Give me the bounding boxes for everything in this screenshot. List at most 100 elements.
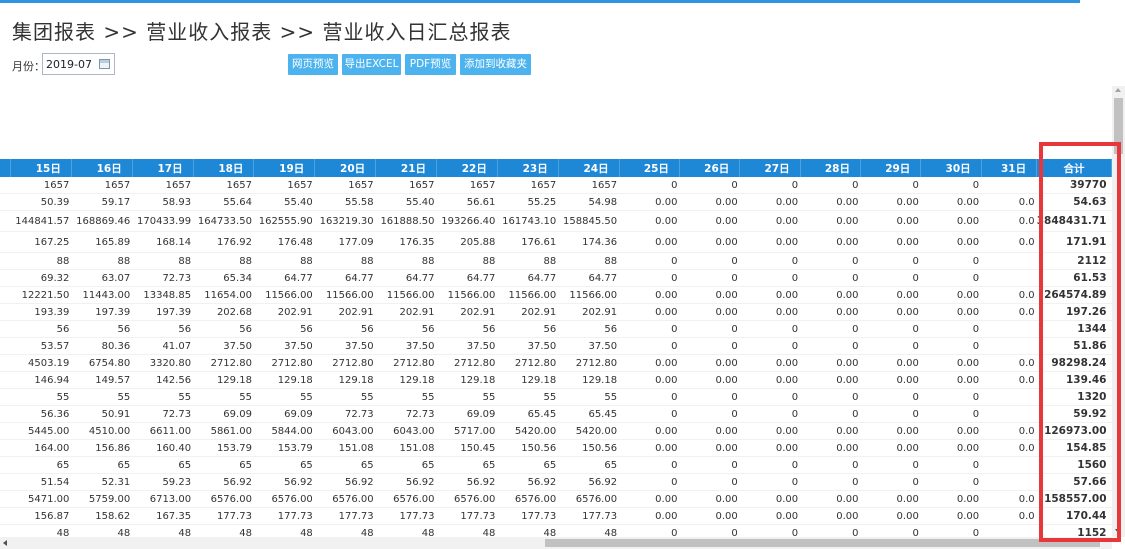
value-cell: 55.40 (375, 193, 437, 211)
value-cell: 0.00 (739, 193, 801, 211)
value-cell: 56 (497, 320, 559, 338)
table-row: 1657 1657 1657 1657 1657 1657 1657 1657 1657 1657… (0, 177, 1112, 194)
value-cell: 156.87 (10, 507, 72, 525)
value-cell: 88 (253, 252, 315, 270)
column-header-day: 29日 (860, 159, 922, 177)
row-stub-cell (0, 422, 11, 440)
pdf-preview-button[interactable]: PDF预览 (405, 54, 456, 75)
value-cell: 0 (619, 252, 680, 270)
value-cell: 0.0 (981, 286, 1037, 304)
value-cell: 0.00 (739, 210, 801, 232)
value-cell: 72.73 (375, 405, 437, 423)
scroll-up-arrow-icon[interactable] (1115, 88, 1121, 92)
value-cell: 48 (375, 524, 437, 537)
value-cell (981, 177, 1037, 194)
add-to-favorites-button[interactable]: 添加到收藏夹 (460, 54, 531, 75)
value-cell: 6576.00 (193, 490, 254, 508)
value-cell: 65 (253, 456, 315, 474)
value-cell: 0 (619, 337, 680, 355)
row-stub-cell (0, 354, 11, 372)
value-cell: 0 (619, 388, 680, 406)
row-stub-cell (0, 507, 11, 525)
value-cell: 0.00 (679, 231, 740, 253)
value-cell: 0.00 (739, 354, 801, 372)
scroll-left-arrow-icon[interactable] (3, 540, 7, 546)
month-input[interactable]: 2019-07 (42, 53, 115, 75)
value-cell: 1657 (132, 177, 194, 194)
value-cell: 72.73 (132, 269, 194, 287)
value-cell: 177.73 (375, 507, 437, 525)
row-stub-cell (0, 473, 11, 491)
value-cell: 6611.00 (132, 422, 194, 440)
value-cell: 55 (132, 388, 194, 406)
value-cell: 0 (920, 320, 982, 338)
value-cell: 65.45 (497, 405, 559, 423)
value-cell: 56 (10, 320, 72, 338)
value-cell: 0 (679, 456, 740, 474)
column-header-day: 17日 (132, 159, 194, 177)
value-cell: 164733.50 (193, 210, 254, 232)
value-cell: 0.00 (920, 507, 982, 525)
value-cell: 48 (253, 524, 315, 537)
value-cell: 56.36 (10, 405, 72, 423)
value-cell: 0 (739, 320, 801, 338)
value-cell: 50.39 (10, 193, 72, 211)
value-cell: 177.73 (558, 507, 620, 525)
value-cell: 129.18 (314, 371, 376, 389)
value-cell: 193.39 (10, 303, 72, 321)
value-cell: 56 (558, 320, 620, 338)
table-body: 1657 1657 1657 1657 1657 1657 1657 1657 1657 1657… (0, 177, 1112, 537)
value-cell: 56.92 (497, 473, 559, 491)
value-cell: 0.00 (920, 193, 982, 211)
row-stub-cell (0, 193, 11, 211)
value-cell: 48 (193, 524, 254, 537)
value-cell: 161743.10 (497, 210, 559, 232)
value-cell: 153.79 (253, 439, 315, 457)
row-stub-cell (0, 490, 11, 508)
horizontal-scrollbar[interactable] (0, 537, 1112, 549)
value-cell: 58.93 (132, 193, 194, 211)
value-cell: 0 (619, 177, 680, 194)
value-cell: 0.00 (860, 210, 921, 232)
value-cell: 158845.50 (558, 210, 620, 232)
value-cell: 0.00 (800, 371, 861, 389)
value-cell: 11443.00 (71, 286, 133, 304)
value-cell: 0 (619, 456, 680, 474)
value-cell: 0 (920, 388, 982, 406)
value-cell: 202.91 (436, 303, 498, 321)
total-column-highlight (1039, 142, 1121, 542)
value-cell: 177.73 (497, 507, 559, 525)
value-cell: 129.18 (497, 371, 559, 389)
column-header-day: 25日 (619, 159, 680, 177)
value-cell: 0.00 (860, 354, 921, 372)
export-excel-button[interactable]: 导出EXCEL (342, 54, 401, 75)
value-cell: 0 (619, 524, 680, 537)
row-stub-cell (0, 177, 11, 194)
value-cell: 151.08 (314, 439, 376, 457)
horizontal-scroll-thumb[interactable] (545, 539, 1100, 547)
value-cell: 48 (497, 524, 559, 537)
value-cell: 6576.00 (314, 490, 376, 508)
calendar-icon[interactable] (99, 59, 110, 69)
value-cell: 0 (679, 177, 740, 194)
value-cell: 0 (920, 252, 982, 270)
table-row: 12221.50 11443.00 13348.85 11654.00 11566.00… (0, 286, 1112, 304)
value-cell: 56 (253, 320, 315, 338)
value-cell: 165.89 (71, 231, 133, 253)
value-cell: 11654.00 (193, 286, 254, 304)
web-preview-button[interactable]: 网页预览 (288, 54, 338, 75)
value-cell: 0.00 (619, 439, 680, 457)
value-cell: 0.00 (920, 371, 982, 389)
value-cell: 0 (860, 473, 921, 491)
value-cell: 48 (10, 524, 72, 537)
value-cell: 0 (860, 388, 921, 406)
value-cell: 0.00 (860, 371, 921, 389)
table-row: 55 55 55 55 55 55 55 55 55 55 0 0 0 0 0 0 1320 (0, 388, 1112, 406)
value-cell: 69.09 (253, 405, 315, 423)
value-cell: 176.35 (375, 231, 437, 253)
value-cell: 56 (375, 320, 437, 338)
value-cell: 37.50 (193, 337, 254, 355)
value-cell: 0.0 (981, 231, 1037, 253)
value-cell: 56.92 (253, 473, 315, 491)
value-cell: 0 (800, 524, 861, 537)
